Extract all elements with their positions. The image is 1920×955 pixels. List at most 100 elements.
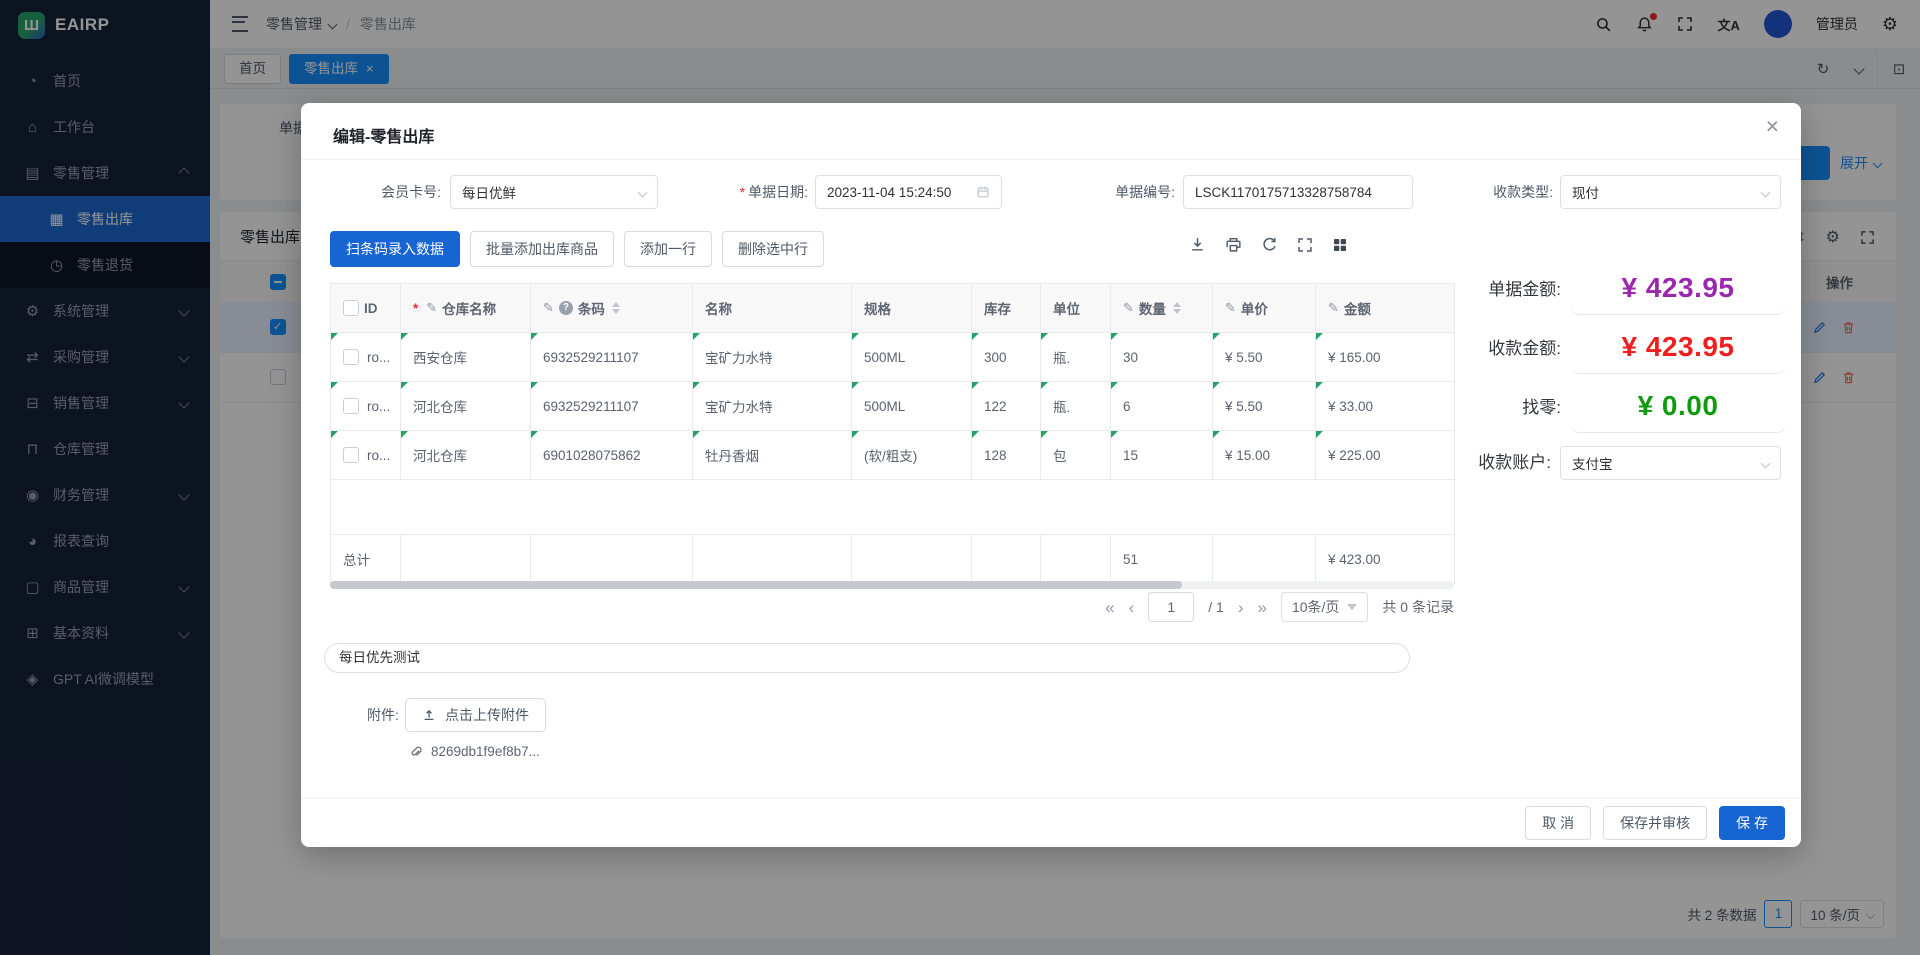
total-qty: 51 (1111, 535, 1213, 584)
cell-price[interactable]: ¥ 5.50 (1213, 333, 1316, 382)
scan-barcode-button[interactable]: 扫条码录入数据 (330, 231, 460, 267)
editable-column-icon: ✎ (1225, 300, 1236, 316)
column-header: 规格 (864, 298, 891, 318)
attachment-file-name: 8269db1f9ef8b7... (431, 744, 540, 759)
cell-unit[interactable]: 瓶. (1041, 382, 1111, 431)
cell-unit[interactable]: 包 (1041, 431, 1111, 480)
cell-spec[interactable]: (软/粗支) (852, 431, 972, 480)
refresh-icon[interactable] (1261, 236, 1278, 253)
row-checkbox[interactable] (343, 447, 359, 463)
caret-down-icon (1347, 604, 1357, 610)
editable-column-icon: ✎ (1328, 300, 1339, 316)
column-layout-icon[interactable] (1332, 237, 1348, 253)
bill-date-value: 2023-11-04 15:24:50 (827, 185, 976, 200)
cell-price[interactable]: ¥ 5.50 (1213, 382, 1316, 431)
payment-type-label: 收款类型: (1457, 175, 1553, 209)
cell-spec[interactable]: 500ML (852, 333, 972, 382)
last-page-icon[interactable]: » (1257, 599, 1266, 616)
bill-number-input[interactable]: LSCK1170175713328758784 (1183, 175, 1413, 209)
sort-icon[interactable] (612, 302, 620, 314)
editable-column-icon: ✎ (543, 300, 554, 316)
cell-qty[interactable]: 6 (1111, 382, 1213, 431)
cell-amount[interactable]: ¥ 225.00 (1316, 431, 1455, 480)
add-row-button[interactable]: 添加一行 (624, 231, 712, 267)
cell-name[interactable]: 宝矿力水特 (693, 333, 852, 382)
page-input[interactable]: 1 (1148, 592, 1194, 622)
page-size-value: 10条/页 (1292, 597, 1339, 617)
calendar-icon (976, 185, 990, 199)
cell-qty[interactable]: 15 (1111, 431, 1213, 480)
cell-id: ro... (367, 350, 390, 365)
cell-warehouse[interactable]: 西安仓库 (401, 333, 531, 382)
horizontal-scrollbar[interactable] (330, 581, 1454, 589)
cell-warehouse[interactable]: 河北仓库 (401, 431, 531, 480)
receive-account-select[interactable]: 支付宝 (1560, 446, 1781, 480)
download-icon[interactable] (1189, 236, 1206, 253)
total-row: 总计 51 ¥ 423.00 (331, 535, 1455, 584)
remark-input[interactable]: 每日优先测试 (324, 643, 1410, 673)
chevron-down-icon (1761, 187, 1771, 197)
delete-selected-rows-button[interactable]: 删除选中行 (722, 231, 824, 267)
cell-spec[interactable]: 500ML (852, 382, 972, 431)
receive-account-value: 支付宝 (1572, 453, 1762, 473)
expand-table-icon[interactable] (1297, 237, 1313, 253)
batch-add-button[interactable]: 批量添加出库商品 (470, 231, 614, 267)
cell-name[interactable]: 牡丹香烟 (693, 431, 852, 480)
chevron-down-icon (1761, 458, 1771, 468)
cell-price[interactable]: ¥ 15.00 (1213, 431, 1316, 480)
item-row[interactable]: ro... 河北仓库 6901028075862 牡丹香烟 (软/粗支) 128… (331, 431, 1455, 480)
prev-page-icon[interactable]: ‹ (1129, 599, 1135, 616)
cell-barcode[interactable]: 6932529211107 (531, 382, 693, 431)
row-checkbox[interactable] (343, 398, 359, 414)
cell-warehouse[interactable]: 河北仓库 (401, 382, 531, 431)
row-checkbox[interactable] (343, 349, 359, 365)
table-header-row: ID *✎仓库名称 ✎?条码 名称 规格 库存 单位 ✎数量 ✎单价 ✎金额 (331, 284, 1455, 333)
item-row[interactable]: ro... 西安仓库 6932529211107 宝矿力水特 500ML 300… (331, 333, 1455, 382)
cell-barcode[interactable]: 6932529211107 (531, 333, 693, 382)
select-all-checkbox[interactable] (343, 300, 359, 316)
scrollbar-thumb[interactable] (330, 581, 1182, 589)
modal-footer: 取 消 保存并审核 保 存 (301, 798, 1801, 847)
print-icon[interactable] (1225, 236, 1242, 253)
modal-header-divider (301, 159, 1801, 160)
cell-barcode[interactable]: 6901028075862 (531, 431, 693, 480)
bill-number-label: 单据编号: (1080, 175, 1175, 209)
table-action-icons (1189, 236, 1348, 253)
attachment-label: 附件: (367, 698, 399, 732)
close-icon[interactable]: × (1766, 115, 1779, 138)
attachment-file-link[interactable]: 8269db1f9ef8b7... (409, 744, 540, 759)
member-card-select[interactable]: 每日优鲜 (450, 175, 658, 209)
help-icon: ? (559, 301, 573, 315)
cancel-button[interactable]: 取 消 (1525, 806, 1591, 840)
app: Ш EAIRP ◔ 首页 ⌂ 工作台 ▤ 零售管理 ▦ 零售出库 (0, 0, 1920, 955)
save-button[interactable]: 保 存 (1719, 806, 1785, 840)
modal-title: 编辑-零售出库 (333, 123, 434, 147)
editable-column-icon: ✎ (1123, 300, 1134, 316)
total-label: 总计 (331, 535, 401, 584)
column-header: 数量 (1139, 298, 1166, 318)
member-card-value: 每日优鲜 (462, 182, 639, 202)
modal-toolbar: 扫条码录入数据 批量添加出库商品 添加一行 删除选中行 (330, 231, 824, 267)
cell-name[interactable]: 宝矿力水特 (693, 382, 852, 431)
bill-number-value: LSCK1170175713328758784 (1195, 185, 1401, 200)
cell-stock: 300 (972, 333, 1041, 382)
bill-date-input[interactable]: 2023-11-04 15:24:50 (815, 175, 1002, 209)
item-row[interactable]: ro... 河北仓库 6932529211107 宝矿力水特 500ML 122… (331, 382, 1455, 431)
empty-row (331, 480, 1455, 535)
next-page-icon[interactable]: › (1238, 599, 1244, 616)
cell-unit[interactable]: 瓶. (1041, 333, 1111, 382)
member-card-label: 会员卡号: (345, 175, 441, 209)
save-and-audit-button[interactable]: 保存并审核 (1603, 806, 1707, 840)
sort-icon[interactable] (1173, 302, 1181, 314)
payment-type-select[interactable]: 现付 (1560, 175, 1781, 209)
column-header: 单位 (1053, 298, 1080, 318)
cell-qty[interactable]: 30 (1111, 333, 1213, 382)
cell-amount[interactable]: ¥ 33.00 (1316, 382, 1455, 431)
page-size-select[interactable]: 10条/页 (1281, 592, 1368, 622)
column-header: 名称 (705, 298, 732, 318)
upload-attachment-button[interactable]: 点击上传附件 (405, 698, 546, 732)
bill-date-label: *单据日期: (690, 175, 808, 209)
first-page-icon[interactable]: « (1105, 599, 1114, 616)
cell-amount[interactable]: ¥ 165.00 (1316, 333, 1455, 382)
change-amount-label: 找零: (1451, 384, 1561, 432)
